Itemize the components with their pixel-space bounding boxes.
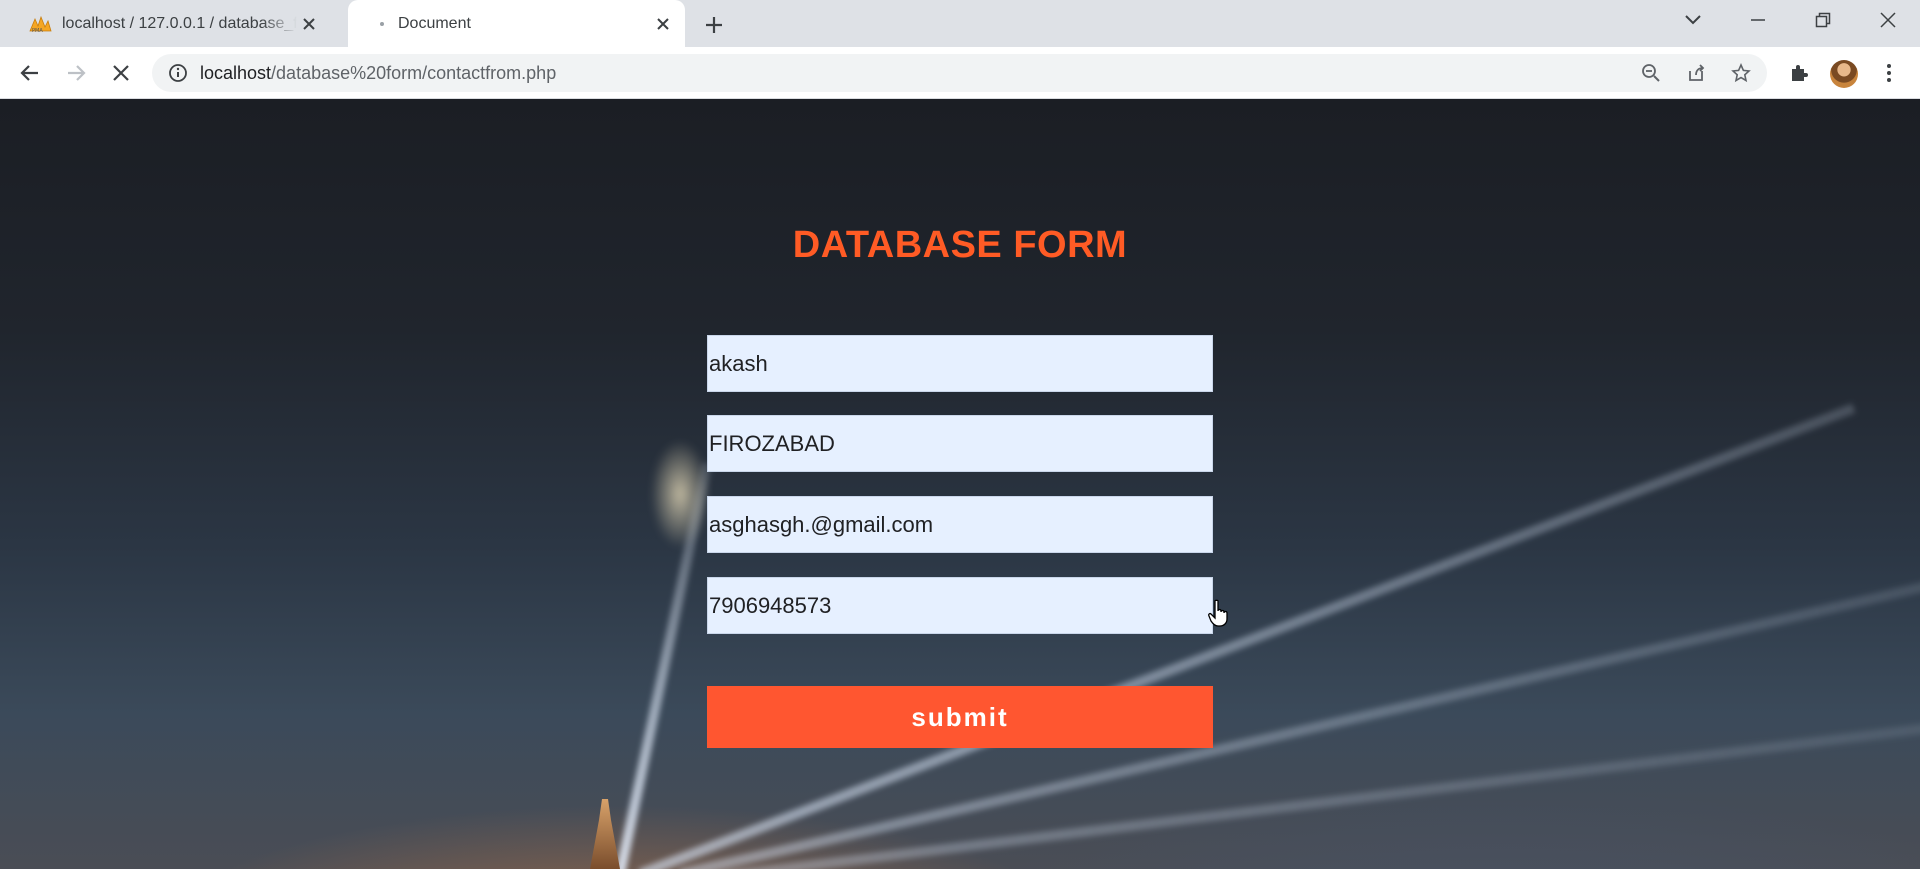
url-path: /database%20form/contactfrom.php [271,62,557,83]
url-text[interactable]: localhost/database%20form/contactfrom.ph… [200,63,556,84]
address-bar[interactable]: localhost/database%20form/contactfrom.ph… [152,54,1767,92]
svg-text:PMA: PMA [32,28,43,33]
lit-tower [590,799,620,869]
minimize-button[interactable] [1730,0,1786,40]
share-icon[interactable] [1682,59,1710,87]
city-field[interactable] [707,415,1213,472]
loading-dot-icon [380,21,384,26]
email-input[interactable] [708,497,1212,552]
tab-title: localhost / 127.0.0.1 / database_f [62,14,297,32]
forward-button[interactable] [62,59,90,87]
tab-title: Document [398,14,471,32]
url-host: localhost [200,62,272,83]
puzzle-icon [1792,65,1808,81]
info-icon[interactable] [164,59,192,87]
zoom-icon[interactable] [1637,59,1665,87]
close-icon[interactable] [651,12,675,36]
arrow-right-icon [68,65,86,81]
city-input[interactable] [708,416,1212,471]
stop-button[interactable] [107,59,135,87]
stop-x-icon [113,65,129,81]
profile-avatar[interactable] [1830,60,1858,88]
name-input[interactable] [708,336,1212,391]
plus-icon [706,17,722,33]
arrow-left-icon [20,65,38,81]
close-icon[interactable] [297,12,321,36]
phone-input[interactable] [708,578,1212,633]
back-button[interactable] [16,59,44,87]
tab-document[interactable]: Document [348,0,685,47]
tab-strip: PMA localhost / 127.0.0.1 / database_f D… [0,0,1920,47]
restore-icon [1815,12,1831,28]
minimize-icon [1751,19,1765,21]
phone-field[interactable] [707,577,1213,634]
page-title: DATABASE FORM [792,224,1128,266]
browser-toolbar: localhost/database%20form/contactfrom.ph… [0,47,1920,99]
email-field[interactable] [707,496,1213,553]
kebab-menu-icon [1887,64,1891,82]
phpmyadmin-icon: PMA [28,14,52,34]
chevron-down-icon [1685,15,1701,25]
close-window-button[interactable] [1860,0,1916,40]
hand-cursor-icon [1208,599,1230,632]
new-tab-button[interactable] [700,11,728,39]
name-field[interactable] [707,335,1213,392]
tab-search-button[interactable] [1665,0,1721,40]
bookmark-star-icon[interactable] [1727,59,1755,87]
close-icon [1880,12,1896,28]
submit-button[interactable]: submit [707,686,1213,748]
menu-button[interactable] [1875,59,1903,87]
restore-button[interactable] [1795,0,1851,40]
extensions-button[interactable] [1785,59,1813,87]
page-viewport: DATABASE FORM submit [0,99,1920,869]
tab-phpmyadmin[interactable]: PMA localhost / 127.0.0.1 / database_f [14,0,344,47]
